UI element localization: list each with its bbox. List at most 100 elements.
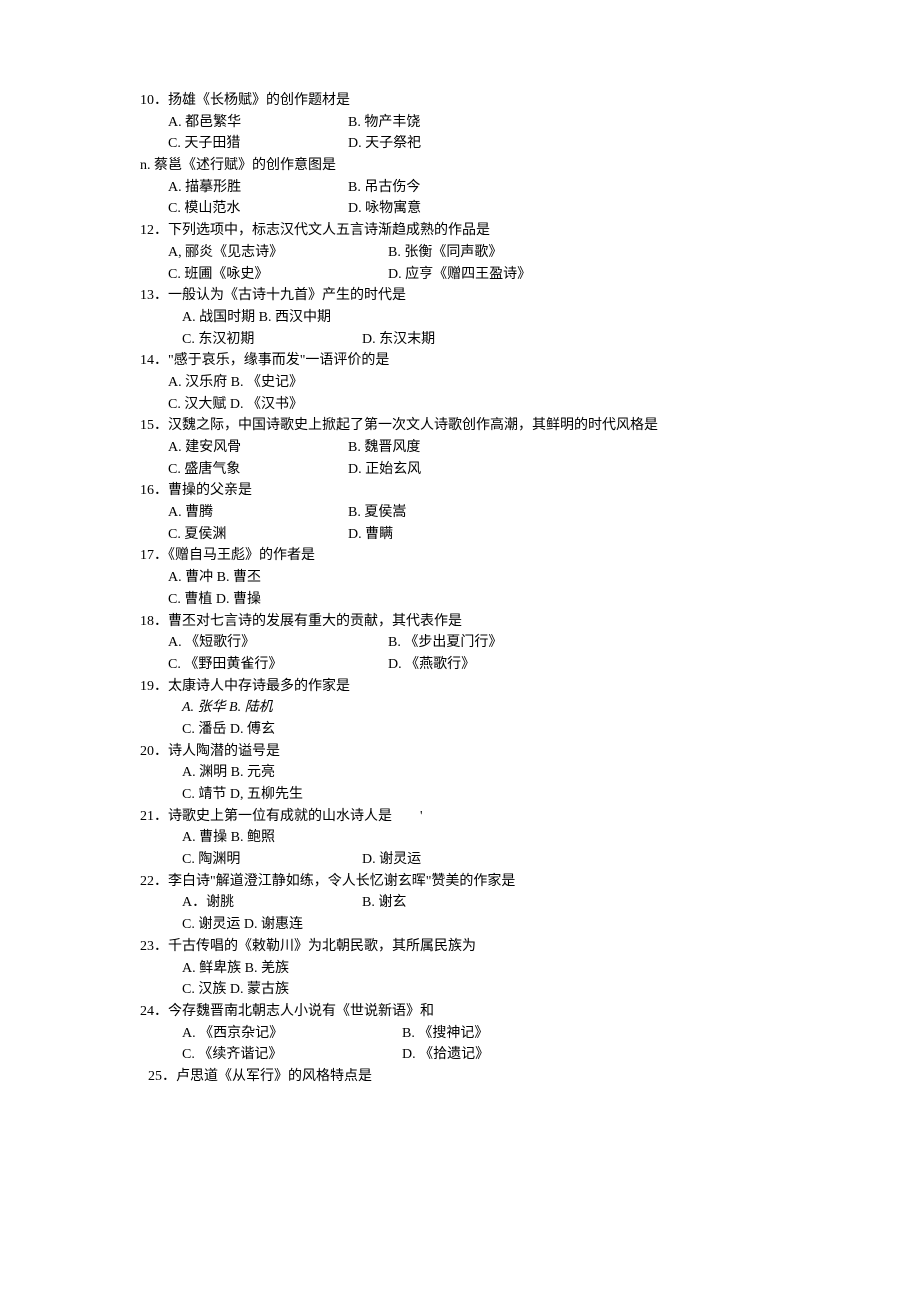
question-18: 18．曹丕对七言诗的发展有重大的贡献，其代表作是 A. 《短歌行》 B. 《步出… — [140, 611, 780, 676]
question-number: 24 — [140, 1001, 154, 1023]
question-23: 23．千古传唱的《敕勒川》为北朝民歌，其所属民族为 A. 鲜卑族 B. 羌族 C… — [140, 936, 780, 1001]
option-c: C. 陶渊明 — [182, 849, 362, 871]
question-25: 25．卢思道《从军行》的风格特点是 — [140, 1066, 780, 1088]
option-cd: C. 曹植 D. 曹操 — [168, 592, 261, 607]
option-a: A. 曹腾 — [168, 502, 348, 524]
question-number: 15 — [140, 415, 154, 437]
question-20: 20．诗人陶潜的谥号是 A. 渊明 B. 元亮 C. 靖节 D, 五柳先生 — [140, 741, 780, 806]
option-row: C. 《续齐谐记》 D. 《拾遗记》 — [140, 1044, 780, 1066]
question-number: 16 — [140, 480, 154, 502]
option-a: A. 《西京杂记》 — [182, 1023, 402, 1045]
option-row: C. 靖节 D, 五柳先生 — [140, 784, 780, 806]
option-d: D. 应亨《赠四王盈诗》 — [388, 264, 648, 286]
question-number: 20 — [140, 741, 154, 763]
option-a: A, 郦炎《见志诗》 — [168, 242, 388, 264]
option-row: C. 陶渊明 D. 谢灵运 — [140, 849, 780, 871]
option-ab: A. 张华 B. 陆机 — [182, 700, 273, 715]
option-d: D. 正始玄风 — [348, 459, 548, 481]
question-stem: 10．扬雄《长杨赋》的创作题材是 — [140, 90, 780, 112]
option-cd: C. 汉大赋 D. 《汉书》 — [168, 397, 303, 412]
question-number: 13 — [140, 285, 154, 307]
question-stem: 15．汉魏之际，中国诗歌史上掀起了第一次文人诗歌创作高潮，其鲜明的时代风格是 — [140, 415, 780, 437]
option-row: A. 曹操 B. 鲍照 — [140, 827, 780, 849]
question-number: 18 — [140, 611, 154, 633]
question-stem: 16．曹操的父亲是 — [140, 480, 780, 502]
question-stem: 23．千古传唱的《敕勒川》为北朝民歌，其所属民族为 — [140, 936, 780, 958]
document-page: 10．扬雄《长杨赋》的创作题材是 A. 都邑繁华 B. 物产丰饶 C. 天子田猎… — [140, 0, 780, 1148]
option-row: A, 郦炎《见志诗》 B. 张衡《同声歌》 — [140, 242, 780, 264]
question-15: 15．汉魏之际，中国诗歌史上掀起了第一次文人诗歌创作高潮，其鲜明的时代风格是 A… — [140, 415, 780, 480]
option-c: C. 《续齐谐记》 — [182, 1044, 402, 1066]
option-b: B. 谢玄 — [362, 892, 562, 914]
option-row: C. 谢灵运 D. 谢惠连 — [140, 914, 780, 936]
option-row: A. 汉乐府 B. 《史记》 — [140, 372, 780, 394]
question-22: 22．李白诗"解道澄江静如练，令人长忆谢玄晖"赞美的作家是 A．谢朓 B. 谢玄… — [140, 871, 780, 936]
option-row: C. 班圃《咏史》 D. 应亨《赠四王盈诗》 — [140, 264, 780, 286]
question-text: ．今存魏晋南北朝志人小说有《世说新语》和 — [154, 1004, 434, 1019]
option-c: C. 班圃《咏史》 — [168, 264, 388, 286]
option-c: C. 模山范水 — [168, 198, 348, 220]
option-ab: A. 鲜卑族 B. 羌族 — [182, 961, 289, 976]
option-row: A. 建安风骨 B. 魏晋风度 — [140, 437, 780, 459]
question-stem: 19．太康诗人中存诗最多的作家是 — [140, 676, 780, 698]
option-row: A. 张华 B. 陆机 — [140, 697, 780, 719]
option-row: C. 汉族 D. 蒙古族 — [140, 979, 780, 1001]
question-text: ．下列选项中，标志汉代文人五言诗渐趋成熟的作品是 — [154, 223, 490, 238]
question-number: 19 — [140, 676, 154, 698]
question-number: 25 — [148, 1066, 162, 1088]
question-stem: 17．《赠自马王彪》的作者是 — [140, 545, 780, 567]
question-13: 13．一般认为《古诗十九首》产生的时代是 A. 战国时期 B. 西汉中期 C. … — [140, 285, 780, 350]
option-ab: A. 曹冲 B. 曹丕 — [168, 570, 261, 585]
option-a: A. 《短歌行》 — [168, 632, 388, 654]
option-cd: C. 谢灵运 D. 谢惠连 — [182, 917, 303, 932]
question-text: ．曹丕对七言诗的发展有重大的贡献，其代表作是 — [154, 614, 462, 629]
question-number: 21 — [140, 806, 154, 828]
question-text: ．诗人陶潜的谥号是 — [154, 744, 280, 759]
option-b: B. 吊古伤今 — [348, 177, 548, 199]
option-cd: C. 汉族 D. 蒙古族 — [182, 982, 289, 997]
option-row: C. 模山范水 D. 咏物寓意 — [140, 198, 780, 220]
question-text: ．千古传唱的《敕勒川》为北朝民歌，其所属民族为 — [154, 939, 476, 954]
option-row: A. 渊明 B. 元亮 — [140, 762, 780, 784]
question-text: ．诗歌史上第一位有成就的山水诗人是 ' — [154, 809, 423, 824]
option-c: C. 天子田猎 — [168, 133, 348, 155]
option-row: C. 潘岳 D. 傅玄 — [140, 719, 780, 741]
question-number: 14 — [140, 350, 154, 372]
question-number: n. — [140, 155, 151, 177]
option-row: C. 东汉初期 D. 东汉末期 — [140, 329, 780, 351]
option-row: A. 描摹形胜 B. 吊古伤今 — [140, 177, 780, 199]
option-row: C. 盛唐气象 D. 正始玄风 — [140, 459, 780, 481]
question-stem: 12．下列选项中，标志汉代文人五言诗渐趋成熟的作品是 — [140, 220, 780, 242]
option-c: C. 盛唐气象 — [168, 459, 348, 481]
option-d: D. 东汉末期 — [362, 329, 562, 351]
question-16: 16．曹操的父亲是 A. 曹腾 B. 夏侯嵩 C. 夏侯渊 D. 曹瞒 — [140, 480, 780, 545]
option-row: C. 《野田黄雀行》 D. 《燕歌行》 — [140, 654, 780, 676]
option-ab: A. 渊明 B. 元亮 — [182, 765, 275, 780]
option-row: A. 《短歌行》 B. 《步出夏门行》 — [140, 632, 780, 654]
option-b: B. 张衡《同声歌》 — [388, 242, 648, 264]
option-d: D. 天子祭祀 — [348, 133, 548, 155]
option-b: B. 物产丰饶 — [348, 112, 548, 134]
question-text: ．汉魏之际，中国诗歌史上掀起了第一次文人诗歌创作高潮，其鲜明的时代风格是 — [154, 418, 658, 433]
question-stem: 24．今存魏晋南北朝志人小说有《世说新语》和 — [140, 1001, 780, 1023]
question-text: ．曹操的父亲是 — [154, 483, 252, 498]
option-cd: C. 潘岳 D. 傅玄 — [182, 722, 275, 737]
option-row: A. 《西京杂记》 B. 《搜神记》 — [140, 1023, 780, 1045]
option-b: B. 《搜神记》 — [402, 1023, 662, 1045]
option-a: A. 建安风骨 — [168, 437, 348, 459]
option-row: C. 天子田猎 D. 天子祭祀 — [140, 133, 780, 155]
option-d: D. 《燕歌行》 — [388, 654, 648, 676]
question-stem: 20．诗人陶潜的谥号是 — [140, 741, 780, 763]
option-row: A. 曹腾 B. 夏侯嵩 — [140, 502, 780, 524]
option-b: B. 《步出夏门行》 — [388, 632, 648, 654]
question-10: 10．扬雄《长杨赋》的创作题材是 A. 都邑繁华 B. 物产丰饶 C. 天子田猎… — [140, 90, 780, 155]
option-a: A．谢朓 — [182, 892, 362, 914]
option-row: C. 曹植 D. 曹操 — [140, 589, 780, 611]
question-number: 10 — [140, 90, 154, 112]
question-21: 21．诗歌史上第一位有成就的山水诗人是 ' A. 曹操 B. 鲍照 C. 陶渊明… — [140, 806, 780, 871]
question-number: 12 — [140, 220, 154, 242]
question-stem: 14．"感于哀乐，缘事而发"一语评价的是 — [140, 350, 780, 372]
question-stem: 21．诗歌史上第一位有成就的山水诗人是 ' — [140, 806, 780, 828]
option-ab: A. 战国时期 B. 西汉中期 — [182, 310, 331, 325]
question-14: 14．"感于哀乐，缘事而发"一语评价的是 A. 汉乐府 B. 《史记》 C. 汉… — [140, 350, 780, 415]
